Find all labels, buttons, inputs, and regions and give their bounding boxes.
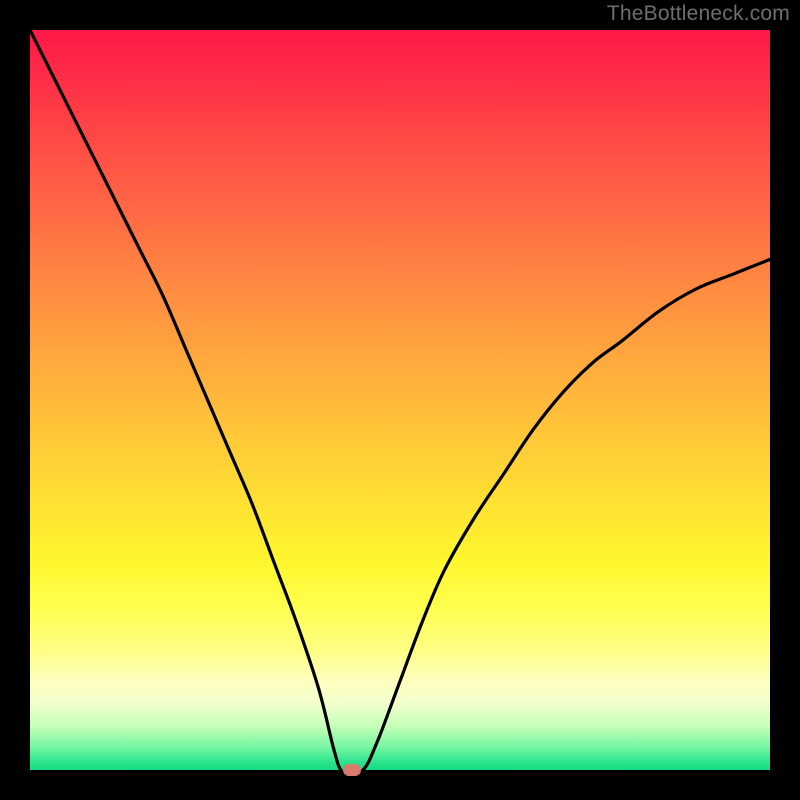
watermark-text: TheBottleneck.com	[607, 2, 790, 26]
optimal-marker	[343, 764, 361, 776]
bottleneck-curve	[30, 30, 770, 770]
chart-frame: TheBottleneck.com	[0, 0, 800, 800]
